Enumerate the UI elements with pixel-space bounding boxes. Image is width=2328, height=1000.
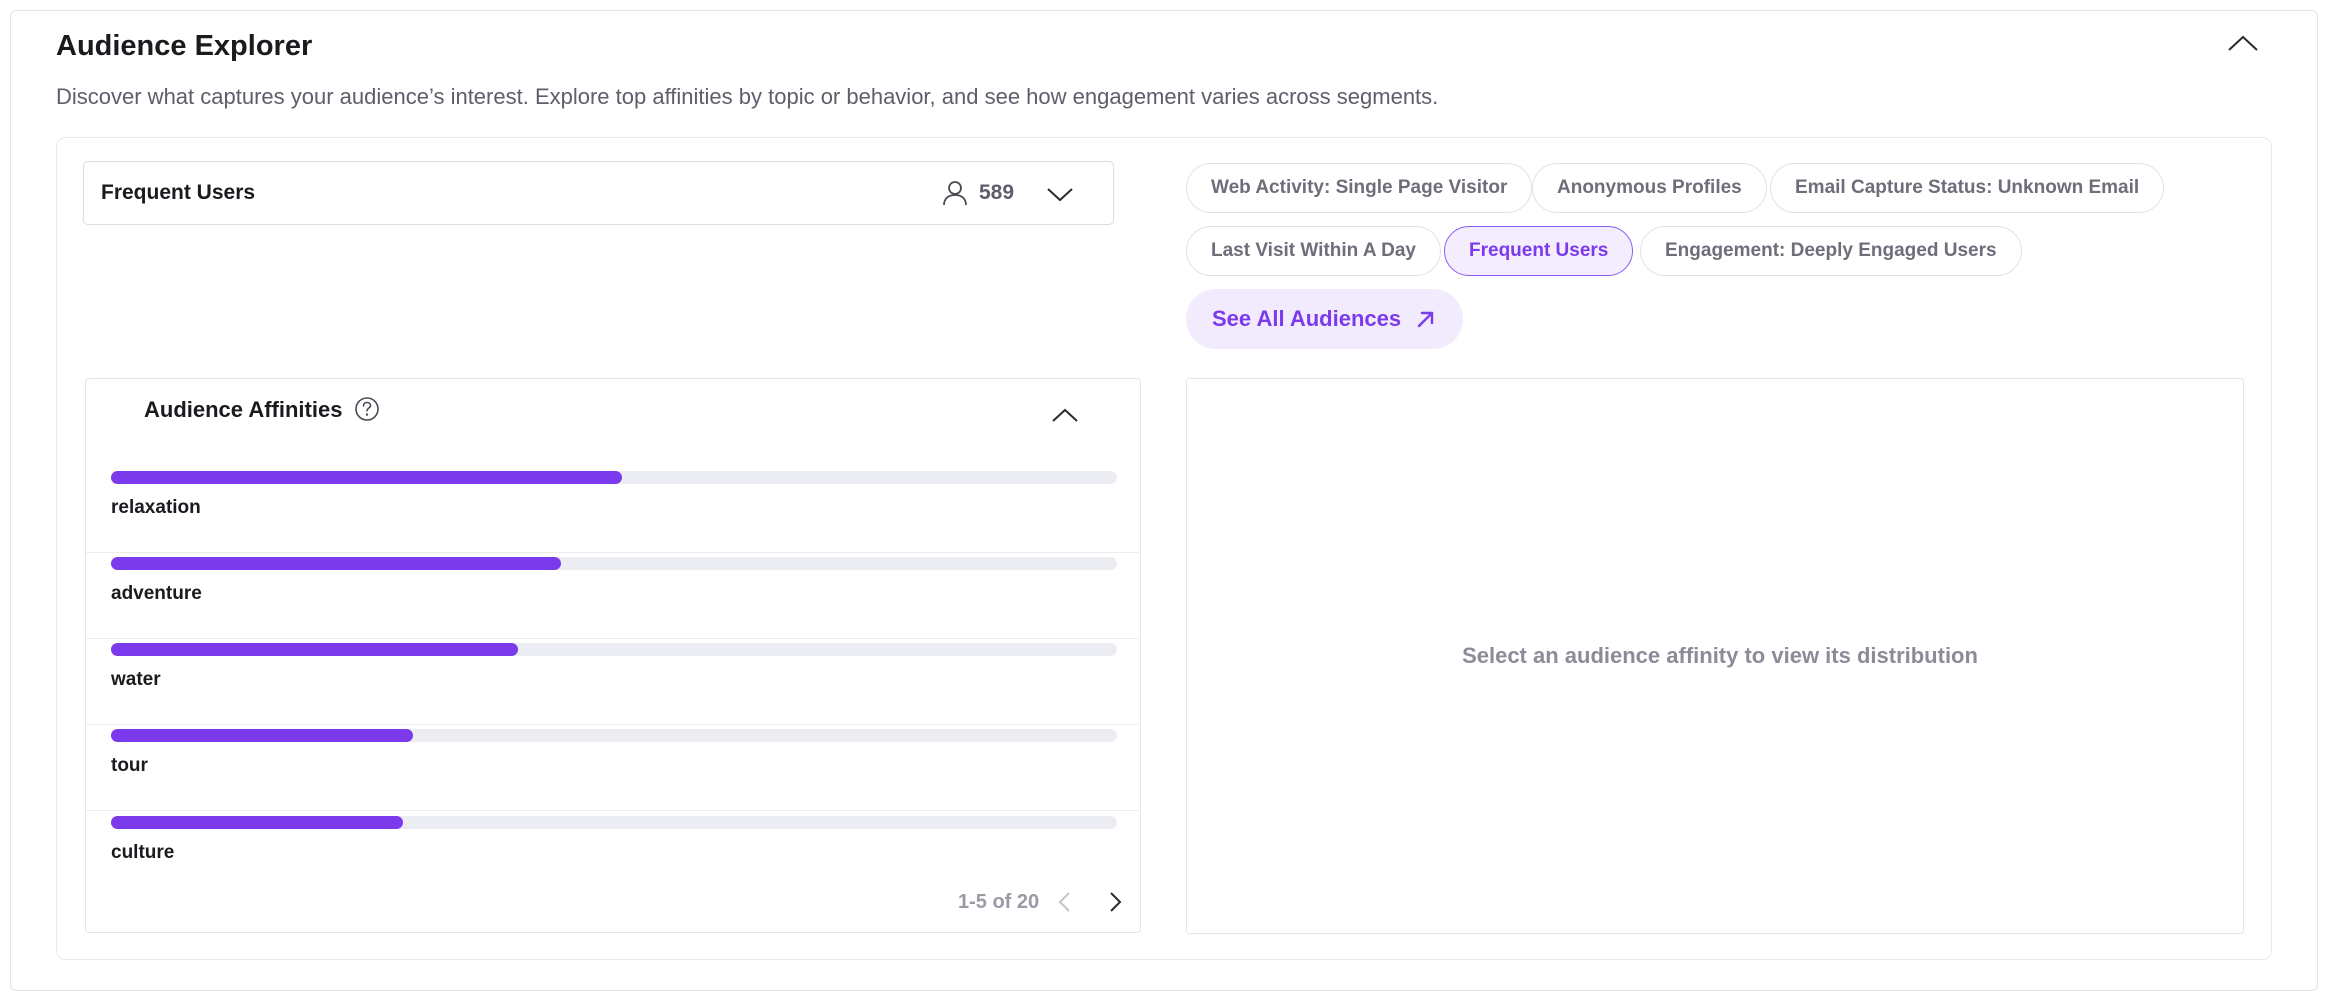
arrow-up-right-icon bbox=[1417, 311, 1434, 328]
affinity-bar-track bbox=[111, 643, 1117, 656]
pagination-range: 1-5 of 20 bbox=[958, 890, 1040, 913]
audience-chip-active[interactable]: Frequent Users bbox=[1444, 226, 1634, 276]
affinity-bar-fill bbox=[111, 729, 413, 742]
affinity-bar-track bbox=[111, 557, 1117, 570]
affinity-bar-track bbox=[111, 471, 1117, 484]
affinity-bar-fill bbox=[111, 643, 519, 656]
audience-select-dropdown[interactable]: Frequent Users 589 bbox=[83, 161, 1114, 225]
audience-chip[interactable]: Anonymous Profiles bbox=[1532, 163, 1767, 213]
affinity-label: tour bbox=[111, 755, 148, 776]
affinity-row[interactable]: adventure bbox=[86, 553, 1139, 639]
user-icon bbox=[943, 181, 967, 206]
affinity-bar-fill bbox=[111, 816, 403, 829]
chevron-up-icon[interactable] bbox=[2226, 32, 2260, 54]
affinity-label: water bbox=[111, 669, 161, 690]
chevron-left-icon[interactable] bbox=[1053, 889, 1077, 915]
page-title: Audience Explorer bbox=[56, 30, 313, 62]
affinity-row[interactable]: relaxation bbox=[86, 467, 1139, 553]
affinity-row[interactable]: water bbox=[86, 639, 1139, 725]
affinity-row[interactable]: culture bbox=[86, 812, 1139, 898]
chevron-right-icon[interactable] bbox=[1103, 889, 1127, 915]
affinity-bar-fill bbox=[111, 557, 561, 570]
audience-chip[interactable]: Engagement: Deeply Engaged Users bbox=[1640, 226, 2022, 276]
audience-chip[interactable]: Web Activity: Single Page Visitor bbox=[1186, 163, 1533, 213]
chevron-down-icon[interactable] bbox=[1045, 184, 1075, 204]
selected-audience-label: Frequent Users bbox=[101, 181, 256, 204]
see-all-audiences-label: See All Audiences bbox=[1212, 306, 1402, 331]
audience-affinities-panel: Audience Affinities relaxation adventure… bbox=[85, 378, 1141, 933]
affinity-label: culture bbox=[111, 842, 175, 863]
affinity-label: adventure bbox=[111, 583, 202, 604]
affinity-bar-track bbox=[111, 816, 1117, 829]
audience-chip[interactable]: Email Capture Status: Unknown Email bbox=[1770, 163, 2165, 213]
help-circle-icon[interactable] bbox=[354, 396, 380, 422]
affinities-title: Audience Affinities bbox=[144, 397, 343, 422]
affinities-pagination: 1-5 of 20 bbox=[958, 889, 1127, 915]
affinity-row[interactable]: tour bbox=[86, 725, 1139, 811]
distribution-empty-message: Select an audience affinity to view its … bbox=[1462, 643, 1978, 668]
affinity-label: relaxation bbox=[111, 497, 201, 518]
affinity-distribution-panel: Select an audience affinity to view its … bbox=[1186, 378, 2244, 934]
page-subtitle: Discover what captures your audience’s i… bbox=[56, 84, 1439, 109]
audience-chip[interactable]: Last Visit Within A Day bbox=[1186, 226, 1441, 276]
see-all-audiences-button[interactable]: See All Audiences bbox=[1186, 289, 1464, 349]
affinity-bar-fill bbox=[111, 471, 623, 484]
affinity-bar-track bbox=[111, 729, 1117, 742]
chevron-up-icon[interactable] bbox=[1050, 405, 1080, 425]
audience-count: 589 bbox=[979, 181, 1015, 204]
